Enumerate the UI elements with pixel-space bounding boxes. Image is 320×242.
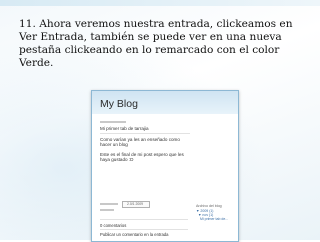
divider (100, 133, 190, 134)
sidebar-item-post[interactable]: Mi primer tab de... (200, 217, 228, 221)
blog-screenshot: My Blog Mi primer tab de tarrajia Como v… (91, 90, 239, 242)
share-box[interactable]: 2.0/1 2009 (122, 201, 150, 208)
blog-header: My Blog (92, 91, 238, 114)
divider (100, 219, 188, 220)
blog-title: My Blog (100, 98, 138, 110)
post-body-line: hacer un blog (100, 142, 128, 147)
share-label: 2.0/1 2009 (127, 202, 144, 206)
post-body-line: haya gustado :D (100, 157, 134, 162)
slide-top-strip (0, 0, 320, 6)
post-meta-placeholder (100, 203, 118, 205)
comments-count[interactable]: 0 comentarios (100, 223, 126, 228)
post-title[interactable]: Mi primer tab de tarrajia (100, 126, 149, 131)
slide-caption: 11. Ahora veremos nuestra entrada, click… (19, 18, 293, 69)
divider (100, 229, 188, 230)
post-meta-placeholder (100, 209, 114, 211)
date-placeholder (100, 121, 126, 123)
publish-comment-link[interactable]: Publicar un comentario en la entrada (100, 232, 168, 237)
